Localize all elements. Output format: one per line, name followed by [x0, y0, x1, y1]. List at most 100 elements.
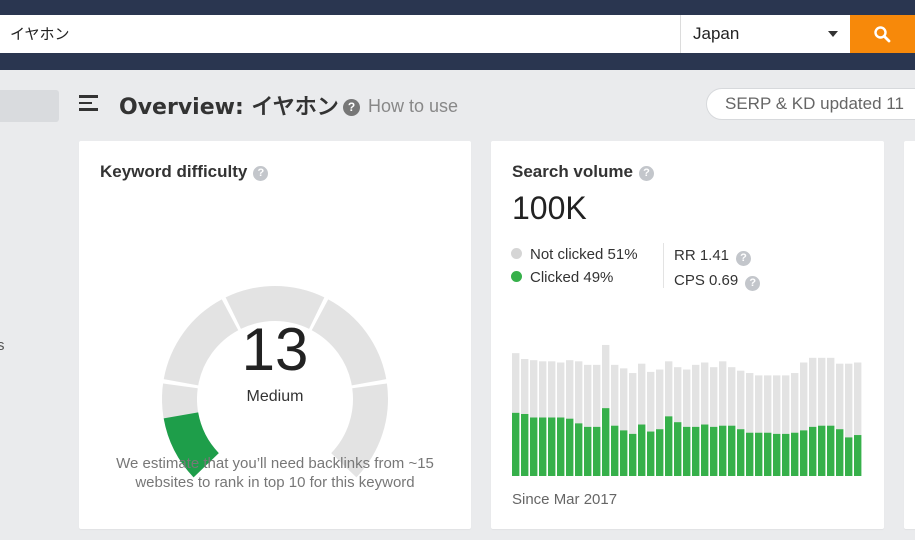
how-to-use-link[interactable]: ? How to use — [343, 96, 458, 117]
bar-clicked — [773, 433, 781, 476]
bar-not-clicked — [548, 361, 556, 418]
bar-clicked — [809, 426, 817, 476]
bar-clicked — [665, 416, 673, 476]
kd-score: 13 — [241, 316, 309, 383]
bar-clicked — [800, 430, 808, 476]
how-to-use-label: How to use — [368, 96, 459, 116]
top-search-bar: イヤホン Japan — [0, 0, 915, 70]
sidebar-partial-label: s — [0, 337, 5, 354]
search-button[interactable] — [850, 15, 915, 53]
bar-clicked — [656, 429, 664, 476]
bar-not-clicked — [512, 353, 520, 413]
bar-not-clicked — [539, 361, 547, 418]
bar-not-clicked — [746, 373, 754, 433]
bar-not-clicked — [710, 367, 718, 427]
bar-clicked — [548, 417, 556, 476]
sidebar-active-item[interactable] — [0, 90, 59, 122]
bar-clicked — [728, 425, 736, 476]
chart-since-label: Since Mar 2017 — [512, 491, 618, 508]
bar-clicked — [566, 418, 574, 476]
bar-not-clicked — [647, 371, 655, 432]
bar-clicked — [602, 408, 610, 476]
bar-clicked — [584, 426, 592, 476]
bar-clicked — [530, 417, 538, 476]
bar-not-clicked — [611, 364, 619, 426]
next-card-partial — [904, 141, 915, 529]
country-select[interactable]: Japan — [680, 15, 850, 53]
bar-not-clicked — [701, 362, 709, 425]
volume-bar-chart — [512, 344, 863, 476]
bar-clicked — [818, 425, 826, 476]
bar-clicked — [647, 431, 655, 476]
bar-clicked — [575, 423, 583, 476]
keyword-difficulty-card: Keyword difficulty? 13 Medium We estimat… — [79, 141, 471, 529]
bar-clicked — [746, 432, 754, 476]
bar-not-clicked — [809, 357, 817, 427]
bar-not-clicked — [638, 363, 646, 425]
bar-not-clicked — [782, 375, 790, 434]
bar-clicked — [629, 433, 637, 476]
bar-not-clicked — [728, 367, 736, 426]
bar-clicked — [692, 426, 700, 476]
bar-not-clicked — [665, 361, 673, 417]
bar-clicked — [701, 424, 709, 476]
bar-not-clicked — [818, 357, 826, 426]
bar-clicked — [593, 426, 601, 476]
bar-clicked — [755, 432, 763, 476]
bar-clicked — [719, 425, 727, 476]
bar-not-clicked — [656, 369, 664, 430]
help-icon: ? — [343, 99, 360, 116]
bar-clicked — [791, 432, 799, 476]
bar-not-clicked — [764, 375, 772, 433]
bar-not-clicked — [584, 364, 592, 427]
keyword-search-input[interactable]: イヤホン — [0, 15, 680, 53]
bar-clicked — [836, 429, 844, 476]
bar-not-clicked — [575, 361, 583, 424]
bar-not-clicked — [773, 375, 781, 434]
search-volume-card: Search volume? 100K Not clicked 51% Clic… — [491, 141, 884, 529]
bar-not-clicked — [845, 363, 853, 438]
bar-not-clicked — [854, 362, 862, 436]
bar-not-clicked — [530, 360, 538, 418]
bar-clicked — [611, 425, 619, 476]
update-status-text: SERP & KD updated 11 — [725, 94, 904, 113]
bar-not-clicked — [602, 344, 610, 409]
bar-clicked — [557, 417, 565, 476]
bar-not-clicked — [557, 362, 565, 418]
bar-not-clicked — [683, 369, 691, 427]
bar-clicked — [620, 430, 628, 476]
bar-clicked — [512, 412, 520, 476]
bar-not-clicked — [593, 364, 601, 427]
bar-not-clicked — [566, 360, 574, 419]
bar-clicked — [539, 417, 547, 476]
bar-clicked — [845, 437, 853, 476]
bar-not-clicked — [791, 373, 799, 433]
bar-clicked — [737, 429, 745, 476]
bar-clicked — [854, 435, 862, 476]
bar-clicked — [674, 422, 682, 476]
bar-clicked — [827, 425, 835, 476]
bar-clicked — [764, 432, 772, 476]
search-icon — [874, 26, 891, 43]
bar-not-clicked — [719, 361, 727, 426]
serp-kd-update-badge: SERP & KD updated 11 — [706, 88, 915, 120]
bar-not-clicked — [692, 364, 700, 427]
bar-clicked — [521, 413, 529, 476]
bar-not-clicked — [521, 359, 529, 414]
bar-not-clicked — [827, 357, 835, 426]
bar-not-clicked — [836, 363, 844, 430]
bar-clicked — [683, 426, 691, 476]
page-title: Overview: イヤホン — [119, 95, 339, 120]
bar-not-clicked — [629, 373, 637, 434]
menu-icon[interactable] — [79, 95, 98, 111]
bar-not-clicked — [800, 362, 808, 431]
bar-not-clicked — [674, 367, 682, 423]
bar-not-clicked — [737, 370, 745, 430]
country-select-value: Japan — [693, 24, 740, 43]
bar-not-clicked — [620, 368, 628, 431]
bar-clicked — [710, 426, 718, 476]
bar-clicked — [782, 433, 790, 476]
chevron-down-icon — [828, 31, 838, 37]
bar-not-clicked — [755, 375, 763, 433]
kd-level: Medium — [246, 388, 304, 405]
